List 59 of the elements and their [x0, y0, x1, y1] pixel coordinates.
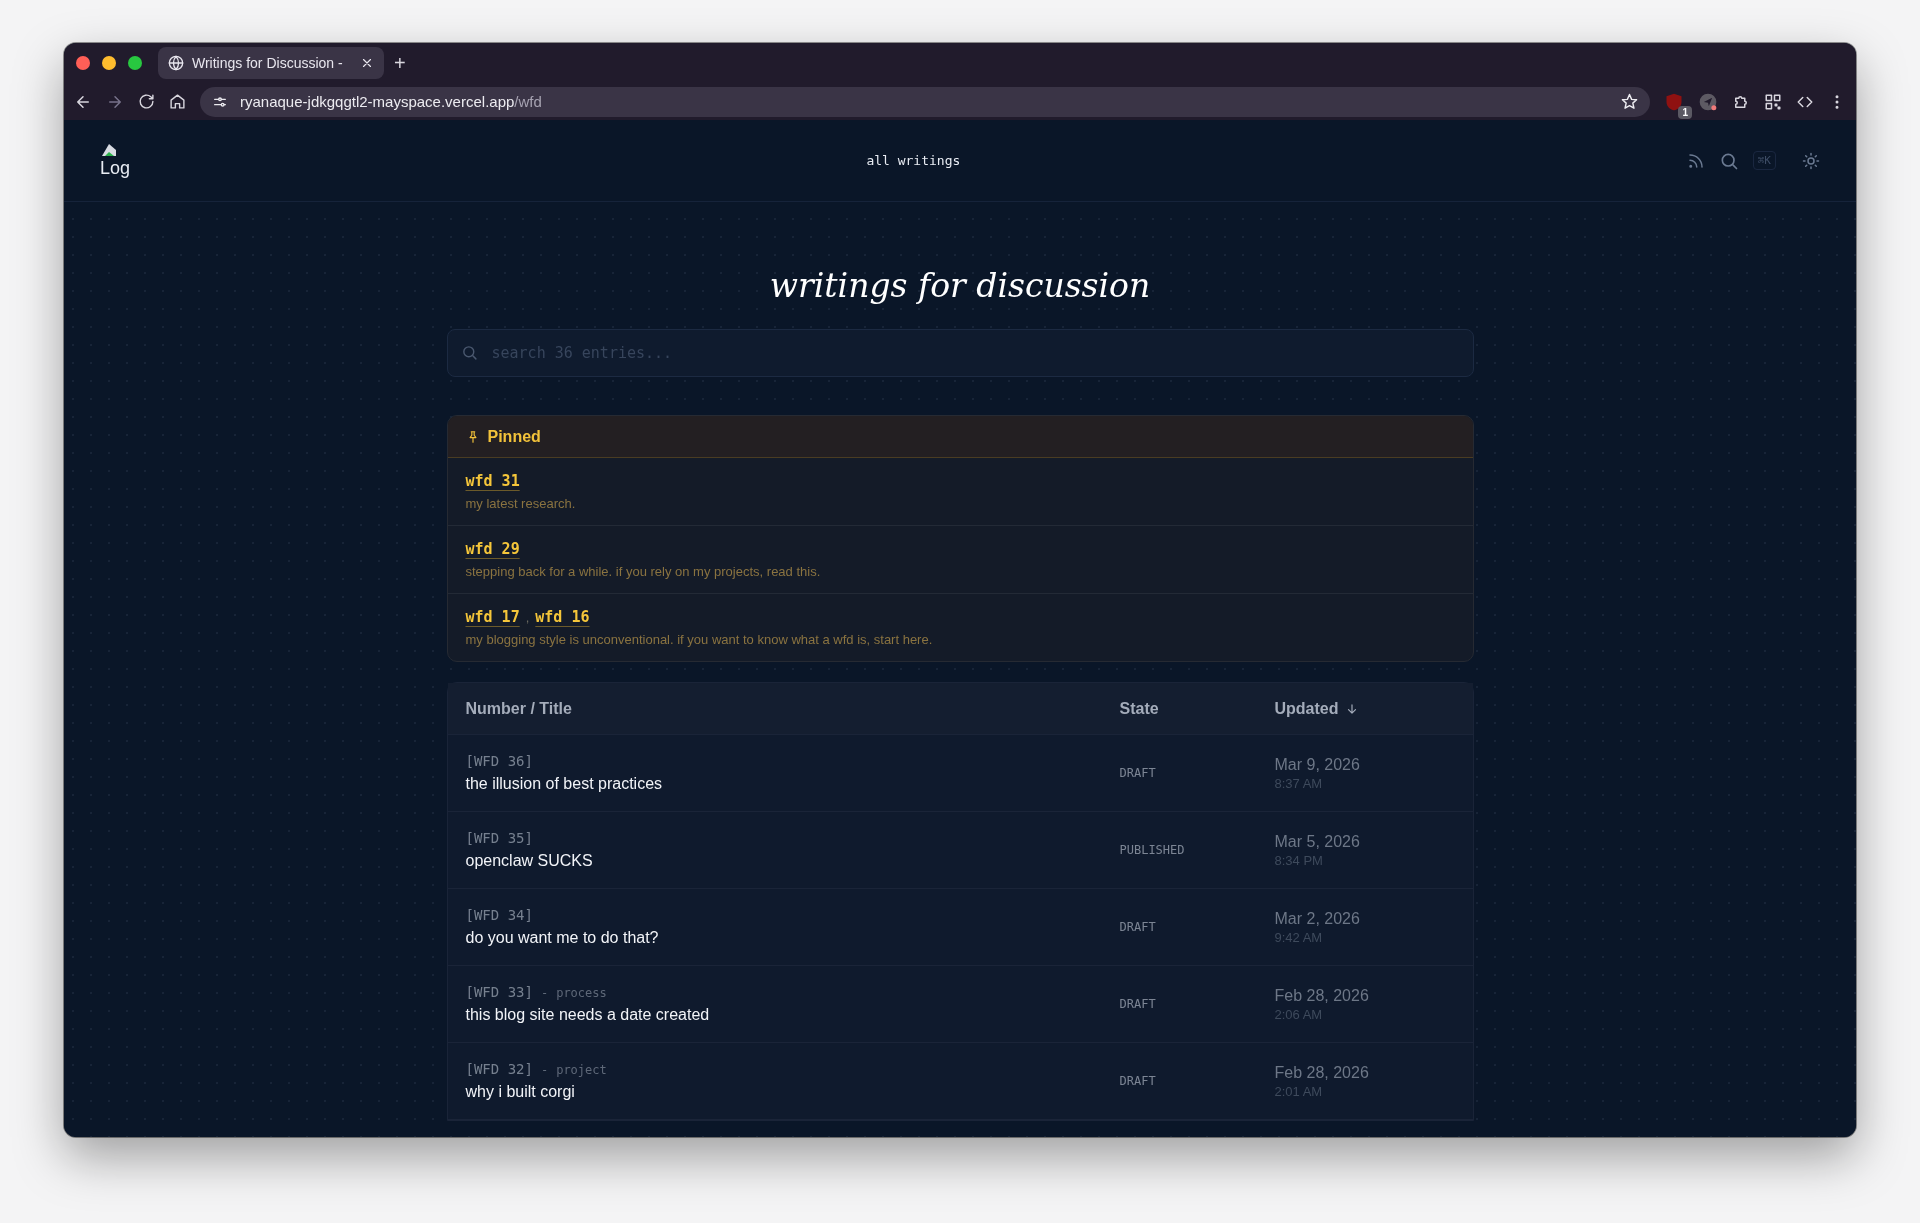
- home-icon[interactable]: [169, 93, 186, 110]
- pinned-heading: Pinned: [487, 427, 541, 446]
- entry-title[interactable]: openclaw SUCKS: [465, 852, 1120, 870]
- shield-extension-icon[interactable]: [1664, 91, 1684, 112]
- link-separator: ,: [525, 610, 530, 625]
- entry-tag: project: [556, 1063, 607, 1077]
- entry-title[interactable]: do you want me to do that?: [465, 929, 1120, 947]
- entry-title[interactable]: why i built corgi: [465, 1083, 1120, 1101]
- pinned-description: my latest research.: [465, 496, 577, 511]
- pinned-link[interactable]: wfd 31: [465, 472, 520, 490]
- column-header[interactable]: State: [1119, 699, 1275, 718]
- page-title: writings for discussion: [768, 266, 1152, 305]
- close-icon[interactable]: [360, 56, 374, 70]
- entry-number: [WFD 33]: [465, 984, 533, 1000]
- entry-state: DRAFT: [1119, 766, 1157, 780]
- updated-date: Mar 2, 2026: [1274, 909, 1361, 928]
- browser-tab[interactable]: Writings for Discussion -: [158, 47, 384, 79]
- updated-date: Feb 28, 2026: [1274, 1063, 1370, 1082]
- nav-link[interactable]: all writings: [866, 153, 961, 168]
- column-header[interactable]: Updated: [1274, 699, 1455, 718]
- entry-number: [WFD 36]: [465, 753, 533, 769]
- new-tab-button[interactable]: +: [394, 51, 406, 75]
- extension-badge: 1: [1678, 105, 1692, 119]
- entry-state: DRAFT: [1119, 1074, 1157, 1088]
- reload-icon[interactable]: [138, 93, 155, 110]
- entry-number: [WFD 34]: [465, 907, 533, 923]
- pinned-link[interactable]: wfd 16: [535, 608, 590, 626]
- pinned-link[interactable]: wfd 29: [465, 540, 520, 558]
- minimize-window-button[interactable]: [102, 56, 116, 70]
- keyboard-shortcut: ⌘K: [1752, 151, 1776, 170]
- close-window-button[interactable]: [76, 56, 90, 70]
- navigation-extension-icon[interactable]: [1698, 91, 1718, 112]
- tag-separator: -: [540, 1063, 549, 1077]
- zoom-window-button[interactable]: [128, 56, 142, 70]
- sun-icon[interactable]: [1802, 151, 1820, 170]
- updated-date: Feb 28, 2026: [1274, 986, 1370, 1005]
- pinned-description: stepping back for a while. if you rely on my projects, read this.: [465, 564, 822, 579]
- broken-image-icon: [100, 142, 118, 158]
- entry-number: [WFD 32]: [465, 1061, 533, 1077]
- rss-icon[interactable]: [1686, 151, 1705, 170]
- entry-number: [WFD 35]: [465, 830, 533, 846]
- entry-title[interactable]: the illusion of best practices: [465, 775, 1120, 793]
- entry-state: PUBLISHED: [1119, 843, 1186, 857]
- entry-state: DRAFT: [1119, 997, 1157, 1011]
- column-header[interactable]: Number / Title: [465, 699, 1120, 718]
- updated-date: Mar 5, 2026: [1274, 832, 1361, 851]
- pinned-description: my blogging style is unconventional. if you want to know what a wfd is, start here.: [465, 632, 934, 647]
- star-icon[interactable]: [1621, 93, 1638, 110]
- logo[interactable]: Log: [100, 142, 140, 179]
- search-icon: [460, 344, 478, 361]
- entry-state: DRAFT: [1119, 920, 1157, 934]
- globe-icon: [168, 55, 184, 71]
- entry-tag: process: [556, 986, 607, 1000]
- pinned-link[interactable]: wfd 17: [465, 608, 520, 626]
- qr-code-icon[interactable]: [1764, 92, 1782, 111]
- tag-separator: -: [540, 986, 549, 1000]
- entry-title[interactable]: this blog site needs a date created: [465, 1006, 1120, 1024]
- address-bar[interactable]: ryanaque-jdkgqgtl2-mayspace.vercel.app/wfd: [200, 86, 1650, 117]
- updated-date: Mar 9, 2026: [1274, 755, 1361, 774]
